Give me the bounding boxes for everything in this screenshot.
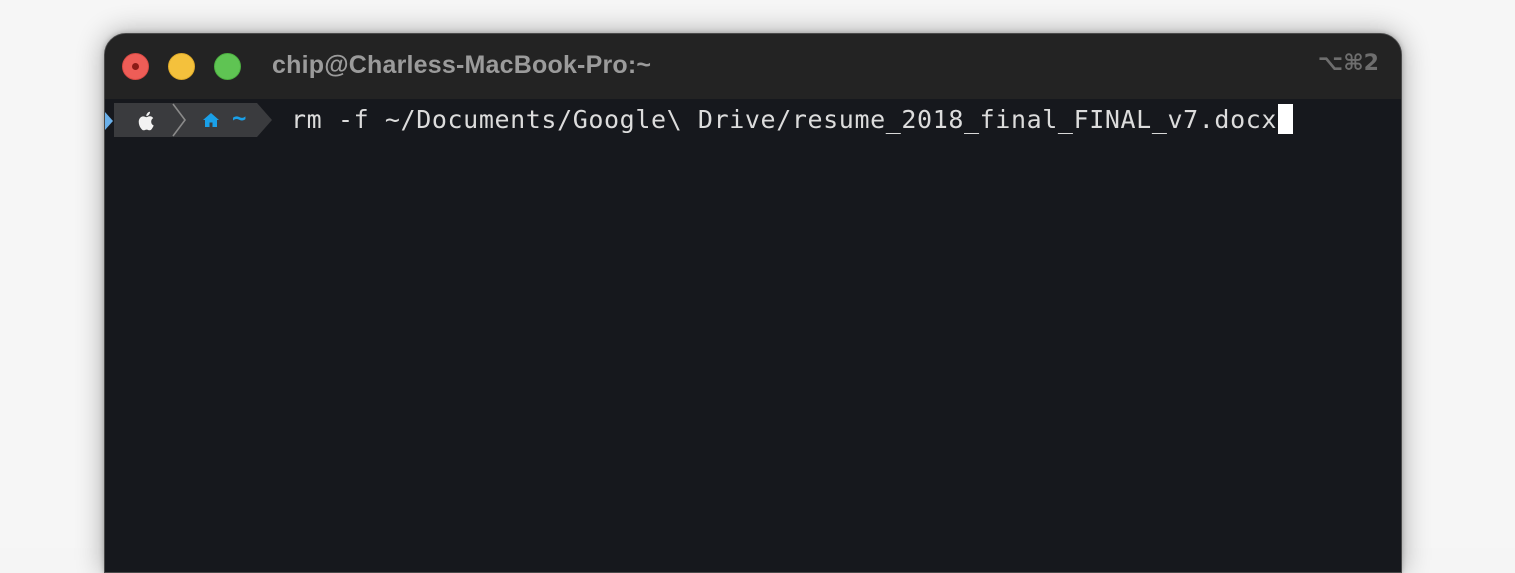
window-shortcut: ⌥⌘2 xyxy=(1317,51,1379,76)
text-cursor xyxy=(1278,104,1294,134)
prompt-line: ~ rm -f ~/Documents/Google\ Drive/resume… xyxy=(105,103,1401,137)
separator-icon xyxy=(172,103,186,137)
window-title: chip@Charless-MacBook-Pro:~ xyxy=(272,51,652,79)
maximize-button[interactable] xyxy=(214,53,241,80)
command-line[interactable]: rm -f ~/Documents/Google\ Drive/resume_2… xyxy=(291,104,1294,136)
terminal-content[interactable]: ~ rm -f ~/Documents/Google\ Drive/resume… xyxy=(105,99,1401,572)
close-icon xyxy=(132,63,139,70)
minimize-button[interactable] xyxy=(168,53,195,80)
line-marker-icon xyxy=(105,112,113,130)
title-bar[interactable]: chip@Charless-MacBook-Pro:~ ⌥⌘2 xyxy=(105,34,1401,99)
prompt-segment: ~ xyxy=(114,103,257,137)
terminal-window: chip@Charless-MacBook-Pro:~ ⌥⌘2 ~ rm -f … xyxy=(104,33,1402,573)
current-directory: ~ xyxy=(232,104,247,132)
home-icon xyxy=(203,113,219,127)
close-button[interactable] xyxy=(122,53,149,80)
apple-icon xyxy=(138,111,154,131)
segment-arrow-icon xyxy=(257,103,272,137)
command-text: rm -f ~/Documents/Google\ Drive/resume_2… xyxy=(291,105,1278,134)
